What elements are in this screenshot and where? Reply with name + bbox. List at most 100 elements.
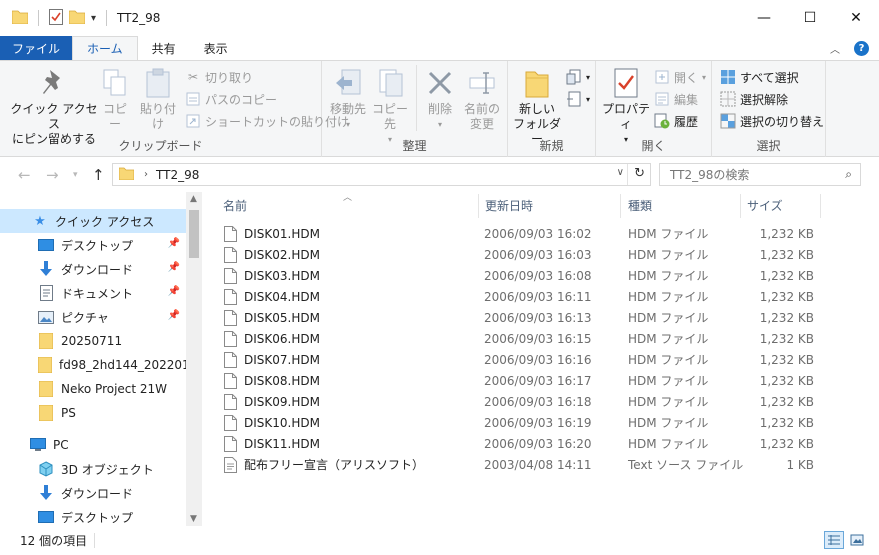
move-to-button[interactable]: 移動先 ▾ bbox=[328, 67, 368, 132]
back-arrow-icon[interactable]: ← bbox=[18, 166, 31, 184]
column-header-type[interactable]: 種類 bbox=[615, 192, 735, 219]
tab-share[interactable]: 共有 bbox=[138, 36, 190, 60]
copy-path-button[interactable]: パスのコピー bbox=[185, 89, 277, 109]
nav-item-folder[interactable]: 20250711 bbox=[0, 329, 186, 353]
table-row[interactable]: DISK06.HDM 2006/09/03 16:15 HDM ファイル 1,232 … bbox=[224, 328, 824, 349]
address-row: ← → ▾ ↑ › TT2_98 ∨ ↻ TT2_98の検索 ⌕ bbox=[0, 158, 879, 192]
nav-item-folder[interactable]: Neko Project 21W bbox=[0, 377, 186, 401]
tab-view[interactable]: 表示 bbox=[190, 36, 242, 60]
scroll-up-icon[interactable]: ▲ bbox=[190, 194, 197, 204]
pin-to-quick-access-button[interactable]: クイック アクセス にピン留めする bbox=[10, 67, 98, 147]
column-header-date[interactable]: 更新日時 bbox=[472, 192, 616, 219]
file-name-cell[interactable]: DISK05.HDM bbox=[224, 309, 320, 326]
qat-dropdown-icon[interactable]: ▾ bbox=[91, 13, 96, 24]
file-name-cell[interactable]: DISK01.HDM bbox=[224, 225, 320, 242]
nav-item-pictures[interactable]: ピクチャ 📌 bbox=[0, 305, 186, 329]
file-name-cell[interactable]: DISK03.HDM bbox=[224, 267, 320, 284]
copy-button[interactable]: コピー bbox=[98, 67, 132, 132]
file-size: 1,232 KB bbox=[759, 289, 814, 304]
new-folder-button[interactable]: 新しい フォルダー bbox=[512, 67, 562, 147]
file-name-cell[interactable]: DISK11.HDM bbox=[224, 435, 320, 452]
copy-to-button[interactable]: コピー先 ▾ bbox=[370, 67, 410, 147]
search-icon[interactable]: ⌕ bbox=[845, 167, 852, 182]
file-name-cell[interactable]: DISK02.HDM bbox=[224, 246, 320, 263]
edit-button[interactable]: 編集 bbox=[654, 89, 698, 109]
table-row[interactable]: DISK01.HDM 2006/09/03 16:02 HDM ファイル 1,232 … bbox=[224, 223, 824, 244]
invert-selection-button[interactable]: 選択の切り替え bbox=[720, 111, 824, 131]
select-none-button[interactable]: 選択解除 bbox=[720, 89, 788, 109]
file-size: 1,232 KB bbox=[759, 247, 814, 262]
refresh-icon[interactable]: ↻ bbox=[634, 166, 645, 181]
history-button[interactable]: 履歴 bbox=[654, 111, 698, 131]
nav-item-folder[interactable]: PS bbox=[0, 401, 186, 425]
paste-button[interactable]: 貼り付け bbox=[136, 67, 180, 132]
properties-button[interactable]: プロパティ ▾ bbox=[600, 67, 652, 147]
file-name-cell[interactable]: DISK07.HDM bbox=[224, 351, 320, 368]
nav-item-downloads[interactable]: ダウンロード 📌 bbox=[0, 257, 186, 281]
table-row[interactable]: 配布フリー宣言（アリスソフト） 2003/04/08 14:11 Text ソース … bbox=[224, 454, 824, 475]
table-row[interactable]: DISK09.HDM 2006/09/03 16:18 HDM ファイル 1,232 … bbox=[224, 391, 824, 412]
document-icon bbox=[38, 285, 54, 301]
file-name-cell[interactable]: 配布フリー宣言（アリスソフト） bbox=[224, 456, 424, 473]
cut-button[interactable]: ✂ 切り取り bbox=[185, 67, 253, 87]
help-icon[interactable]: ? bbox=[854, 40, 869, 56]
address-bar[interactable]: › TT2_98 ∨ ↻ bbox=[112, 163, 651, 186]
details-view-button[interactable] bbox=[824, 531, 844, 549]
column-separator[interactable] bbox=[820, 194, 821, 218]
file-name-cell[interactable]: DISK09.HDM bbox=[224, 393, 320, 410]
table-row[interactable]: DISK08.HDM 2006/09/03 16:17 HDM ファイル 1,232 … bbox=[224, 370, 824, 391]
delete-button[interactable]: 削除 ▾ bbox=[420, 67, 460, 132]
scroll-thumb[interactable] bbox=[189, 210, 199, 258]
column-header-name[interactable]: ︿ 名前 bbox=[210, 192, 478, 219]
table-row[interactable]: DISK04.HDM 2006/09/03 16:11 HDM ファイル 1,232 … bbox=[224, 286, 824, 307]
nav-scrollbar[interactable]: ▲ ▼ bbox=[186, 192, 202, 526]
nav-item-3d-objects[interactable]: 3D オブジェクト bbox=[0, 457, 186, 481]
address-dropdown-icon[interactable]: ∨ bbox=[617, 167, 624, 178]
table-row[interactable]: DISK07.HDM 2006/09/03 16:16 HDM ファイル 1,232 … bbox=[224, 349, 824, 370]
file-name-cell[interactable]: DISK04.HDM bbox=[224, 288, 320, 305]
nav-item-desktop[interactable]: デスクトップ 📌 bbox=[0, 233, 186, 257]
table-row[interactable]: DISK10.HDM 2006/09/03 16:19 HDM ファイル 1,232 … bbox=[224, 412, 824, 433]
easy-access-button[interactable]: ▾ bbox=[566, 89, 590, 109]
open-dropdown-icon: ▾ bbox=[702, 72, 707, 82]
select-all-button[interactable]: すべて選択 bbox=[720, 67, 799, 87]
scroll-down-icon[interactable]: ▼ bbox=[190, 514, 197, 524]
search-input[interactable]: TT2_98の検索 ⌕ bbox=[659, 163, 861, 186]
nav-item-pc-downloads[interactable]: ダウンロード bbox=[0, 481, 186, 505]
up-arrow-icon[interactable]: ↑ bbox=[92, 166, 105, 184]
table-row[interactable]: DISK05.HDM 2006/09/03 16:13 HDM ファイル 1,232 … bbox=[224, 307, 824, 328]
file-date: 2006/09/03 16:13 bbox=[484, 310, 592, 325]
open-button[interactable]: 開く ▾ bbox=[654, 67, 706, 87]
table-row[interactable]: DISK02.HDM 2006/09/03 16:03 HDM ファイル 1,232 … bbox=[224, 244, 824, 265]
nav-item-pc-desktop[interactable]: デスクトップ bbox=[0, 505, 186, 526]
file-name-cell[interactable]: DISK06.HDM bbox=[224, 330, 320, 347]
rename-button[interactable]: 名前の 変更 bbox=[460, 67, 504, 132]
file-date: 2006/09/03 16:15 bbox=[484, 331, 592, 346]
collapse-ribbon-icon[interactable]: ︿ bbox=[830, 41, 840, 56]
large-icons-view-button[interactable] bbox=[847, 531, 867, 549]
file-name-cell[interactable]: DISK08.HDM bbox=[224, 372, 320, 389]
maximize-button[interactable]: ☐ bbox=[787, 0, 833, 36]
breadcrumb-chevron-icon[interactable]: › bbox=[144, 169, 148, 180]
forward-arrow-icon[interactable]: → bbox=[46, 166, 59, 184]
tab-file[interactable]: ファイル bbox=[0, 36, 73, 60]
column-header-size[interactable]: サイズ bbox=[734, 192, 824, 219]
table-row[interactable]: DISK11.HDM 2006/09/03 16:20 HDM ファイル 1,232 … bbox=[224, 433, 824, 454]
file-name-cell[interactable]: DISK10.HDM bbox=[224, 414, 320, 431]
new-folder-qat-icon[interactable] bbox=[68, 10, 86, 27]
breadcrumb-path[interactable]: TT2_98 bbox=[156, 168, 199, 182]
table-row[interactable]: DISK03.HDM 2006/09/03 16:08 HDM ファイル 1,232 … bbox=[224, 265, 824, 286]
nav-item-pc[interactable]: PC bbox=[0, 433, 186, 457]
properties-qat-icon[interactable] bbox=[49, 8, 63, 28]
new-item-button[interactable]: ▾ bbox=[566, 67, 590, 87]
nav-item-label: ダウンロード bbox=[61, 262, 134, 277]
nav-item-folder[interactable]: fd98_2hd144_20220123 bbox=[0, 353, 202, 377]
file-type: HDM ファイル bbox=[628, 374, 709, 388]
recent-locations-icon[interactable]: ▾ bbox=[73, 170, 78, 180]
pin-icon: 📌 bbox=[167, 262, 180, 273]
nav-item-documents[interactable]: ドキュメント 📌 bbox=[0, 281, 186, 305]
minimize-button[interactable]: — bbox=[741, 0, 787, 36]
tab-home[interactable]: ホーム bbox=[72, 36, 138, 60]
close-button[interactable]: ✕ bbox=[833, 0, 879, 36]
nav-quick-access[interactable]: ★ クイック アクセス bbox=[0, 209, 186, 233]
